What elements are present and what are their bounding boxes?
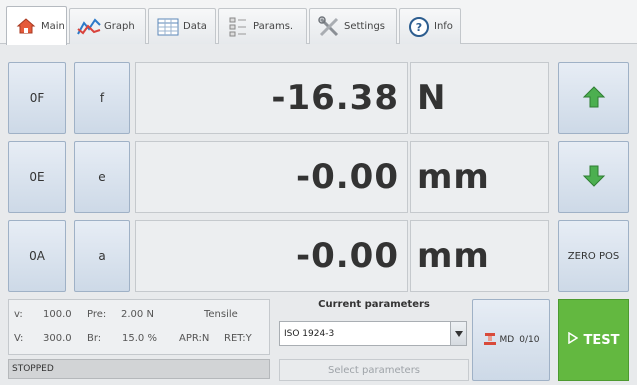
force-select-button[interactable]: f xyxy=(74,62,130,134)
arrow-up-icon xyxy=(582,85,606,112)
tab-data-label: Data xyxy=(183,21,207,32)
return-speed-value: 300.0 xyxy=(43,333,72,344)
tare-elongation-button[interactable]: 0E xyxy=(8,141,66,213)
test-label: TEST xyxy=(583,332,620,348)
test-button[interactable]: TEST xyxy=(558,299,629,381)
sample-icon xyxy=(483,332,497,349)
tab-settings-label: Settings xyxy=(344,21,386,32)
tab-params-label: Params. xyxy=(253,21,294,32)
md-count: 0/10 xyxy=(519,335,540,345)
move-up-button[interactable] xyxy=(558,62,629,134)
info-icon: ? xyxy=(406,16,432,38)
elongation-unit-panel: mm xyxy=(410,141,549,213)
row-letter: a xyxy=(98,249,106,263)
row-code: 0E xyxy=(29,170,45,184)
row-code: 0F xyxy=(29,91,45,105)
test-mode: Tensile xyxy=(204,309,238,320)
tab-graph[interactable]: Graph xyxy=(69,8,146,44)
tab-bar: Main Graph Data Params. Settings ? Info xyxy=(0,0,637,45)
position-unit-panel: mm xyxy=(410,220,549,292)
tab-graph-label: Graph xyxy=(104,21,135,32)
stats-panel: v: 100.0 Pre: 2.00 N Tensile V: 300.0 Br… xyxy=(8,299,270,355)
table-icon xyxy=(155,16,181,38)
tare-force-button[interactable]: 0F xyxy=(8,62,66,134)
md-label: MD xyxy=(499,335,515,345)
graph-icon xyxy=(76,16,102,38)
home-icon xyxy=(13,15,39,37)
force-value-panel: -16.38 xyxy=(135,62,408,134)
speed-value: 100.0 xyxy=(43,309,72,320)
tab-settings[interactable]: Settings xyxy=(309,8,397,44)
params-selected: ISO 1924-3 xyxy=(284,328,335,339)
position-select-button[interactable]: a xyxy=(74,220,130,292)
tare-position-button[interactable]: 0A xyxy=(8,220,66,292)
position-unit: mm xyxy=(417,236,490,276)
md-button[interactable]: MD 0/10 xyxy=(472,299,550,381)
tab-data[interactable]: Data xyxy=(148,8,216,44)
tab-info[interactable]: ? Info xyxy=(399,8,461,44)
elongation-value: -0.00 xyxy=(296,157,399,197)
row-letter: f xyxy=(99,91,105,105)
tab-main-label: Main xyxy=(41,20,65,32)
apr-status: APR:N xyxy=(179,333,210,344)
list-icon xyxy=(225,16,251,38)
play-icon xyxy=(567,331,578,348)
tab-main[interactable]: Main xyxy=(6,6,67,45)
ret-status: RET:Y xyxy=(224,333,252,344)
tab-params[interactable]: Params. xyxy=(218,8,307,44)
preload-label: Pre: xyxy=(87,309,107,320)
position-value: -0.00 xyxy=(296,236,399,276)
row-code: 0A xyxy=(29,249,45,263)
status-text: STOPPED xyxy=(12,364,54,374)
select-parameters-label: Select parameters xyxy=(327,364,421,376)
return-speed-label: V: xyxy=(14,333,24,344)
tools-icon xyxy=(316,15,342,38)
zero-pos-button[interactable]: ZERO POS xyxy=(558,220,629,292)
status-bar: STOPPED xyxy=(8,359,270,379)
row-letter: e xyxy=(98,170,106,184)
chevron-down-icon xyxy=(450,322,466,345)
svg-text:?: ? xyxy=(416,21,422,34)
speed-label: v: xyxy=(14,309,23,320)
select-parameters-button[interactable]: Select parameters xyxy=(279,359,469,381)
params-select[interactable]: ISO 1924-3 xyxy=(279,321,467,346)
arrow-down-icon xyxy=(582,164,606,191)
position-value-panel: -0.00 xyxy=(135,220,408,292)
force-unit-panel: N xyxy=(410,62,549,134)
break-value: 15.0 % xyxy=(122,333,157,344)
force-unit: N xyxy=(417,78,447,118)
params-title: Current parameters xyxy=(318,299,430,310)
force-value: -16.38 xyxy=(271,78,399,118)
move-down-button[interactable] xyxy=(558,141,629,213)
break-label: Br: xyxy=(87,333,102,344)
elongation-unit: mm xyxy=(417,157,490,197)
elongation-select-button[interactable]: e xyxy=(74,141,130,213)
elongation-value-panel: -0.00 xyxy=(135,141,408,213)
preload-value: 2.00 N xyxy=(121,309,154,320)
zero-pos-label: ZERO POS xyxy=(567,250,620,262)
tab-info-label: Info xyxy=(434,21,453,32)
